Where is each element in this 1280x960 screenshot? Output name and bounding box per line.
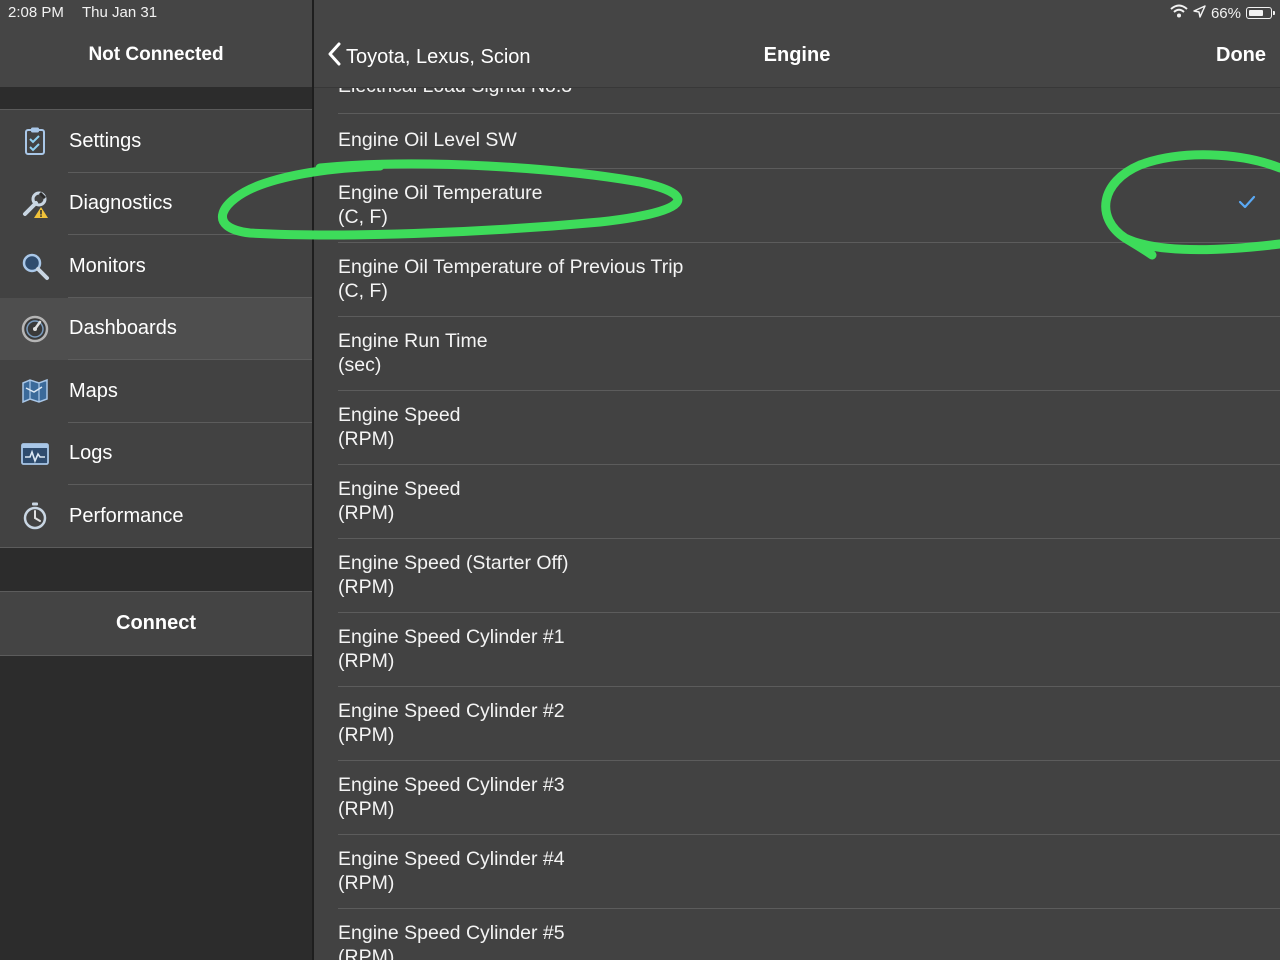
list-item[interactable]: Engine Speed Cylinder #3 (RPM) [314, 761, 1280, 835]
list-item-name: Engine Speed Cylinder #4 [338, 848, 565, 870]
list-item[interactable]: Engine Speed (Starter Off) (RPM) [314, 539, 1280, 613]
list-item-unit: (RPM) [338, 428, 395, 450]
wifi-icon [1170, 4, 1188, 22]
list-item-unit: (RPM) [338, 650, 395, 672]
list-item-name: Engine Speed Cylinder #5 [338, 922, 565, 944]
log-chart-icon [18, 437, 52, 471]
sidebar-item-label: Maps [69, 379, 118, 402]
list-item[interactable]: Engine Speed Cylinder #2 (RPM) [314, 687, 1280, 761]
sidebar-item-label: Performance [69, 504, 184, 527]
chevron-left-icon [328, 42, 342, 72]
list-item-unit: (C, F) [338, 280, 388, 302]
status-indicators: 66% [1170, 3, 1275, 23]
list-item[interactable]: Engine Oil Level SW [314, 114, 1280, 169]
list-item-unit: (RPM) [338, 872, 395, 894]
battery-icon [1246, 7, 1275, 19]
map-icon [18, 374, 52, 408]
list-item-selected[interactable]: Engine Oil Temperature (C, F) [314, 169, 1280, 243]
list-item-name: Engine Run Time [338, 330, 488, 352]
divider [0, 546, 312, 548]
sidebar-item-dashboards[interactable]: Dashboards [0, 297, 312, 360]
list-item-unit: (RPM) [338, 798, 395, 820]
list-item[interactable]: Engine Speed (RPM) [314, 465, 1280, 539]
location-arrow-icon [1193, 4, 1206, 22]
list-item-unit: (RPM) [338, 502, 395, 524]
list-item[interactable]: Engine Speed (RPM) [314, 391, 1280, 465]
list-item-unit: (RPM) [338, 946, 395, 960]
back-button-label: Toyota, Lexus, Scion [346, 45, 531, 68]
sidebar: Not Connected Settings Diagnostics Monit… [0, 0, 312, 960]
sidebar-item-logs[interactable]: Logs [0, 423, 312, 485]
status-bar: 2:08 PM Thu Jan 31 66% [0, 0, 1280, 26]
sidebar-item-label: Diagnostics [69, 192, 173, 215]
sidebar-item-performance[interactable]: Performance [0, 485, 312, 548]
list-item-name: Engine Oil Temperature of Previous Trip [338, 256, 684, 278]
list-item-name: Engine Speed [338, 404, 461, 426]
list-item[interactable]: Engine Speed Cylinder #4 (RPM) [314, 835, 1280, 909]
list-item[interactable]: Engine Run Time (sec) [314, 317, 1280, 391]
wrench-warning-icon [18, 187, 52, 221]
connect-button[interactable]: Connect [0, 591, 312, 656]
list-item-name: Engine Oil Temperature [338, 182, 543, 204]
list-item-name: Engine Speed Cylinder #1 [338, 626, 565, 648]
sidebar-item-settings[interactable]: Settings [0, 110, 312, 173]
sidebar-menu: Settings Diagnostics Monitors Dashboards… [0, 109, 312, 548]
battery-percent: 66% [1210, 4, 1241, 22]
sidebar-item-label: Settings [69, 129, 142, 152]
list-item-unit: (C, F) [338, 206, 388, 228]
list-item[interactable]: Engine Oil Temperature of Previous Trip … [314, 243, 1280, 317]
connection-status-title: Not Connected [88, 44, 224, 65]
stopwatch-icon [18, 499, 52, 533]
back-button[interactable]: Toyota, Lexus, Scion [328, 42, 531, 72]
sidebar-item-label: Logs [69, 442, 113, 465]
list-item[interactable]: Engine Speed Cylinder #1 (RPM) [314, 613, 1280, 687]
sidebar-item-monitors[interactable]: Monitors [0, 235, 312, 298]
checkmark-icon [1238, 195, 1256, 214]
list-item[interactable]: Engine Speed Cylinder #5 (RPM) [314, 909, 1280, 960]
list-item-unit: (RPM) [338, 724, 395, 746]
detail-pane: Electrical Load Signal No.3 Engine Oil L… [314, 0, 1280, 960]
sidebar-item-label: Monitors [69, 254, 146, 277]
gauge-icon [18, 312, 52, 346]
list-item-name: Engine Oil Level SW [338, 129, 517, 151]
list-item-name: Engine Speed Cylinder #3 [338, 774, 565, 796]
list-item-name: Engine Speed (Starter Off) [338, 552, 569, 574]
list-item-unit: (sec) [338, 354, 382, 376]
sidebar-item-diagnostics[interactable]: Diagnostics [0, 173, 312, 235]
done-button[interactable]: Done [1216, 44, 1266, 67]
list-item-name: Engine Speed Cylinder #2 [338, 700, 565, 722]
status-date: Thu Jan 31 [82, 4, 158, 21]
split-view-divider [312, 0, 314, 960]
sidebar-item-maps[interactable]: Maps [0, 360, 312, 423]
clipboard-checklist-icon [18, 124, 52, 158]
list-item-name: Engine Speed [338, 478, 461, 500]
status-time: 2:08 PM [8, 4, 64, 21]
list-item-unit: (RPM) [338, 576, 395, 598]
magnifier-icon [18, 249, 52, 283]
sidebar-item-label: Dashboards [69, 317, 177, 340]
